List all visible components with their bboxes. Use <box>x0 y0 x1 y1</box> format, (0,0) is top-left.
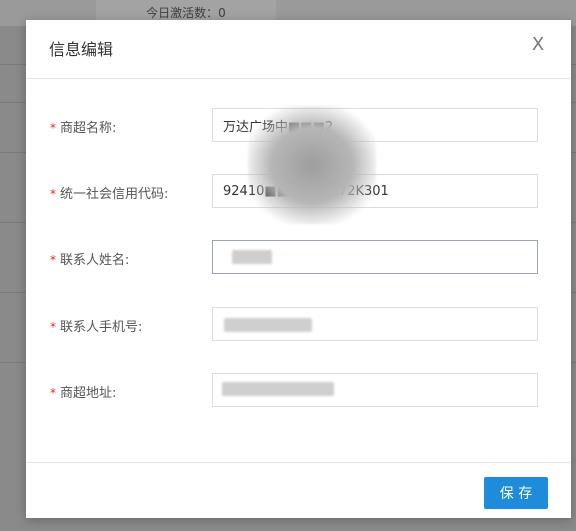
store-name-label: * 商超名称: <box>50 121 117 136</box>
form-row-contact-name: * 联系人姓名: <box>26 240 571 276</box>
contact-phone-label: * 联系人手机号: <box>50 320 143 335</box>
form-row-store-address: * 商超地址: <box>26 373 571 409</box>
redacted-blur <box>232 250 272 264</box>
credit-code-label: * 统一社会信用代码: <box>50 187 169 202</box>
redacted-blur <box>224 318 312 332</box>
close-icon[interactable]: X <box>527 34 549 56</box>
save-button[interactable]: 保 存 <box>484 477 548 509</box>
required-mark: * <box>50 187 56 201</box>
contact-name-label: * 联系人姓名: <box>50 253 130 268</box>
dialog-header: 信息编辑 X <box>26 20 571 79</box>
form-row-contact-phone: * 联系人手机号: <box>26 307 571 343</box>
required-mark: * <box>50 386 56 400</box>
dialog-footer: 保 存 <box>26 462 571 519</box>
required-mark: * <box>50 121 56 135</box>
redacted-blur <box>222 382 334 396</box>
edit-info-dialog: 信息编辑 X *商超名称: *统一社会信用代码: *联系人姓名: *联系人手机号… <box>26 20 571 518</box>
redacted-blur <box>248 106 376 224</box>
store-address-label: * 商超地址: <box>50 386 117 401</box>
required-mark: * <box>50 253 56 267</box>
dialog-title: 信息编辑 <box>49 40 114 59</box>
required-mark: * <box>50 320 56 334</box>
